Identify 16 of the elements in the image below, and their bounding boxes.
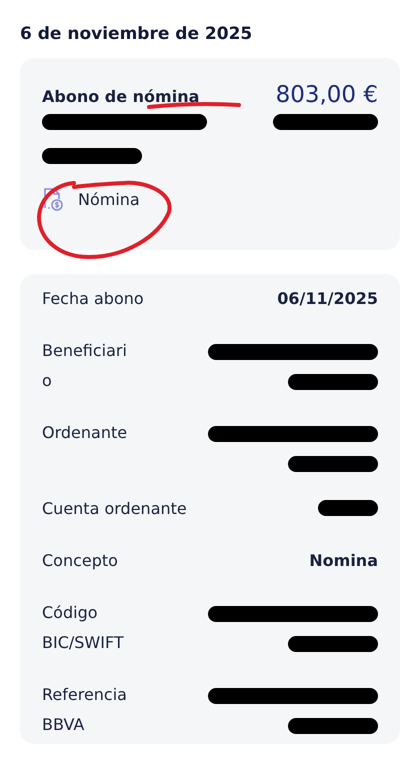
amount: 803,00 € (276, 82, 378, 108)
field-label: Fecha abono (42, 288, 144, 310)
field-label: Concepto (42, 550, 118, 572)
field-label: Ordenante (42, 422, 128, 444)
field-label: Beneficiario (42, 340, 128, 392)
document-dollar-icon (42, 186, 64, 212)
field-label: Código BIC/SWIFT (42, 602, 125, 654)
transaction-card[interactable]: Abono de nómina 803,00 € Nómina (20, 58, 400, 250)
field-label: Cuenta ordenante (42, 498, 187, 520)
date-heading: 6 de noviembre de 2025 (20, 23, 254, 46)
field-label: Referencia BBVA (42, 684, 128, 736)
redaction-mark (318, 500, 378, 516)
category-label: Nómina (78, 190, 140, 208)
field-value: Nomina (309, 550, 378, 572)
transaction-title: Abono de nómina (42, 87, 200, 106)
field-value: 06/11/2025 (277, 288, 378, 310)
